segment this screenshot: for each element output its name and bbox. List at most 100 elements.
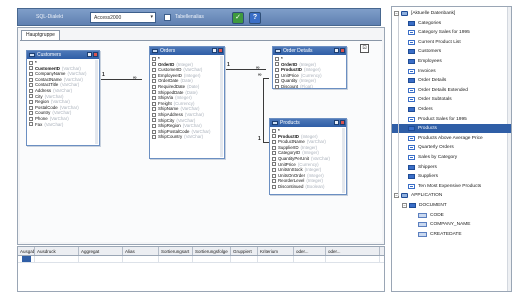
field-checkbox[interactable] (275, 73, 279, 78)
grid-cell[interactable] (18, 256, 35, 262)
tree-column-code[interactable]: CODE (392, 211, 511, 220)
tree-item-order-details-extended[interactable]: Order Details Extended (392, 86, 511, 95)
grid-cell[interactable] (123, 256, 159, 262)
field-row[interactable]: Discontinued (Boolean) (272, 184, 346, 190)
field-checkbox[interactable] (272, 156, 276, 161)
field-checkbox[interactable] (152, 90, 156, 95)
alias-checkbox[interactable] (164, 14, 171, 21)
grid-cell[interactable] (231, 256, 258, 262)
field-checkbox[interactable] (152, 79, 156, 84)
grid-column-header[interactable]: Alias (123, 247, 159, 255)
tree-item-quarterly-orders[interactable]: Quarterly Orders (392, 143, 511, 152)
run-query-button[interactable]: ✓ (232, 12, 244, 24)
field-checkbox[interactable] (152, 73, 156, 78)
field-checkbox[interactable] (29, 66, 33, 71)
tree-column-company-name[interactable]: COMPANY_NAME (392, 220, 511, 229)
field-checkbox[interactable] (152, 118, 156, 123)
close-icon[interactable] (340, 120, 345, 125)
diagram-canvas[interactable]: ⊡ 1 ∞ 1 ∞ ∞ 1 Customers * CustomerID (VarC… (20, 40, 382, 242)
minimize-icon[interactable] (87, 52, 92, 57)
field-checkbox[interactable] (152, 112, 156, 117)
field-checkbox[interactable] (152, 62, 156, 67)
expand-toggle-icon[interactable]: − (402, 203, 407, 208)
pin-icon[interactable]: ⊡ (360, 44, 369, 53)
grid-cell[interactable] (326, 256, 380, 262)
field-checkbox[interactable] (272, 128, 276, 133)
tree-item-order-subtotals[interactable]: Order Subtotals (392, 95, 511, 104)
minimize-icon[interactable] (212, 48, 217, 53)
grid-column-header[interactable]: Ausgabe (18, 247, 35, 255)
field-checkbox[interactable] (29, 60, 33, 65)
grid-column-header[interactable]: Ausdruck (35, 247, 79, 255)
field-checkbox[interactable] (152, 129, 156, 134)
field-row[interactable]: ShipCountry (VarChar) (152, 134, 224, 140)
tree-item-products-above-average-price[interactable]: Products Above Average Price (392, 134, 511, 143)
field-checkbox[interactable] (272, 173, 276, 178)
help-button[interactable]: ? (249, 12, 261, 24)
minimize-icon[interactable] (334, 48, 339, 53)
field-checkbox[interactable] (275, 62, 279, 67)
grid-column-header[interactable]: oder... (326, 247, 380, 255)
grid-column-header[interactable]: Gruppiert (231, 247, 258, 255)
tree-node-current-database[interactable]: − [Aktuelle Datenbank] (392, 9, 511, 18)
field-checkbox[interactable] (152, 56, 156, 61)
tree-item-products[interactable]: Products (392, 124, 511, 134)
table-orders[interactable]: Orders * OrderID (Integer) CustomerID (VarCh… (149, 46, 225, 159)
field-checkbox[interactable] (152, 67, 156, 72)
field-checkbox[interactable] (275, 67, 279, 72)
close-icon[interactable] (340, 48, 345, 53)
field-checkbox[interactable] (29, 94, 33, 99)
field-checkbox[interactable] (272, 179, 276, 184)
tree-item-current-product-list[interactable]: Current Product List (392, 38, 511, 47)
close-icon[interactable] (218, 48, 223, 53)
field-checkbox[interactable] (29, 71, 33, 76)
tree-item-shippers[interactable]: Shippers (392, 163, 511, 172)
field-checkbox[interactable] (152, 123, 156, 128)
grid-cell[interactable] (294, 256, 326, 262)
grid-cell[interactable] (35, 256, 79, 262)
table-order-details[interactable]: Order Details * OrderID (Integer) ProductID… (272, 46, 347, 89)
tree-item-customers[interactable]: Customers (392, 47, 511, 56)
grid-column-header[interactable]: Kriterium (258, 247, 294, 255)
grid-column-header[interactable]: oder... (294, 247, 326, 255)
field-checkbox[interactable] (272, 145, 276, 150)
field-checkbox[interactable] (272, 134, 276, 139)
field-row[interactable]: Discount (Float) (275, 84, 346, 90)
field-checkbox[interactable] (275, 56, 279, 61)
field-checkbox[interactable] (272, 151, 276, 156)
field-checkbox[interactable] (29, 111, 33, 116)
grid-cell[interactable] (193, 256, 231, 262)
tab-main-group[interactable]: Hauptgruppe (21, 30, 60, 40)
table-header[interactable]: Orders (150, 47, 224, 55)
output-checkbox[interactable] (22, 256, 31, 262)
field-checkbox[interactable] (29, 122, 33, 127)
tree-item-suppliers[interactable]: Suppliers (392, 172, 511, 181)
grid-column-header[interactable]: Sortierungsart (159, 247, 193, 255)
field-checkbox[interactable] (29, 77, 33, 82)
field-checkbox[interactable] (152, 107, 156, 112)
table-header[interactable]: Order Details (273, 47, 346, 55)
field-checkbox[interactable] (29, 83, 33, 88)
tree-item-category-sales-for-1995[interactable]: Category Sales for 1995 (392, 28, 511, 37)
tree-item-ten-most-expensive-products[interactable]: Ten Most Expensive Products (392, 182, 511, 191)
table-products[interactable]: Products * ProductID (Integer) ProductName(… (269, 118, 347, 195)
field-checkbox[interactable] (29, 105, 33, 110)
scrollbar[interactable] (342, 128, 345, 193)
field-checkbox[interactable] (272, 162, 276, 167)
tree-column-createdate[interactable]: CREATEDATE (392, 230, 511, 239)
scrollbar[interactable] (220, 56, 223, 157)
field-checkbox[interactable] (29, 116, 33, 121)
dialect-select[interactable]: Access2000 ▾ (90, 12, 156, 23)
grid-row[interactable] (18, 256, 384, 263)
grid-column-header[interactable]: Aggregat (79, 247, 123, 255)
field-checkbox[interactable] (272, 167, 276, 172)
field-checkbox[interactable] (275, 79, 279, 84)
field-checkbox[interactable] (272, 184, 276, 189)
field-checkbox[interactable] (152, 101, 156, 106)
table-customers[interactable]: Customers * CustomerID (VarChar) CompanyNam… (26, 50, 100, 146)
tree-item-order-details[interactable]: Order Details (392, 76, 511, 85)
tree-item-product-sales-for-1995[interactable]: Product Sales for 1995 (392, 115, 511, 124)
minimize-icon[interactable] (334, 120, 339, 125)
tree-item-employees[interactable]: Employees (392, 57, 511, 66)
close-icon[interactable] (93, 52, 98, 57)
